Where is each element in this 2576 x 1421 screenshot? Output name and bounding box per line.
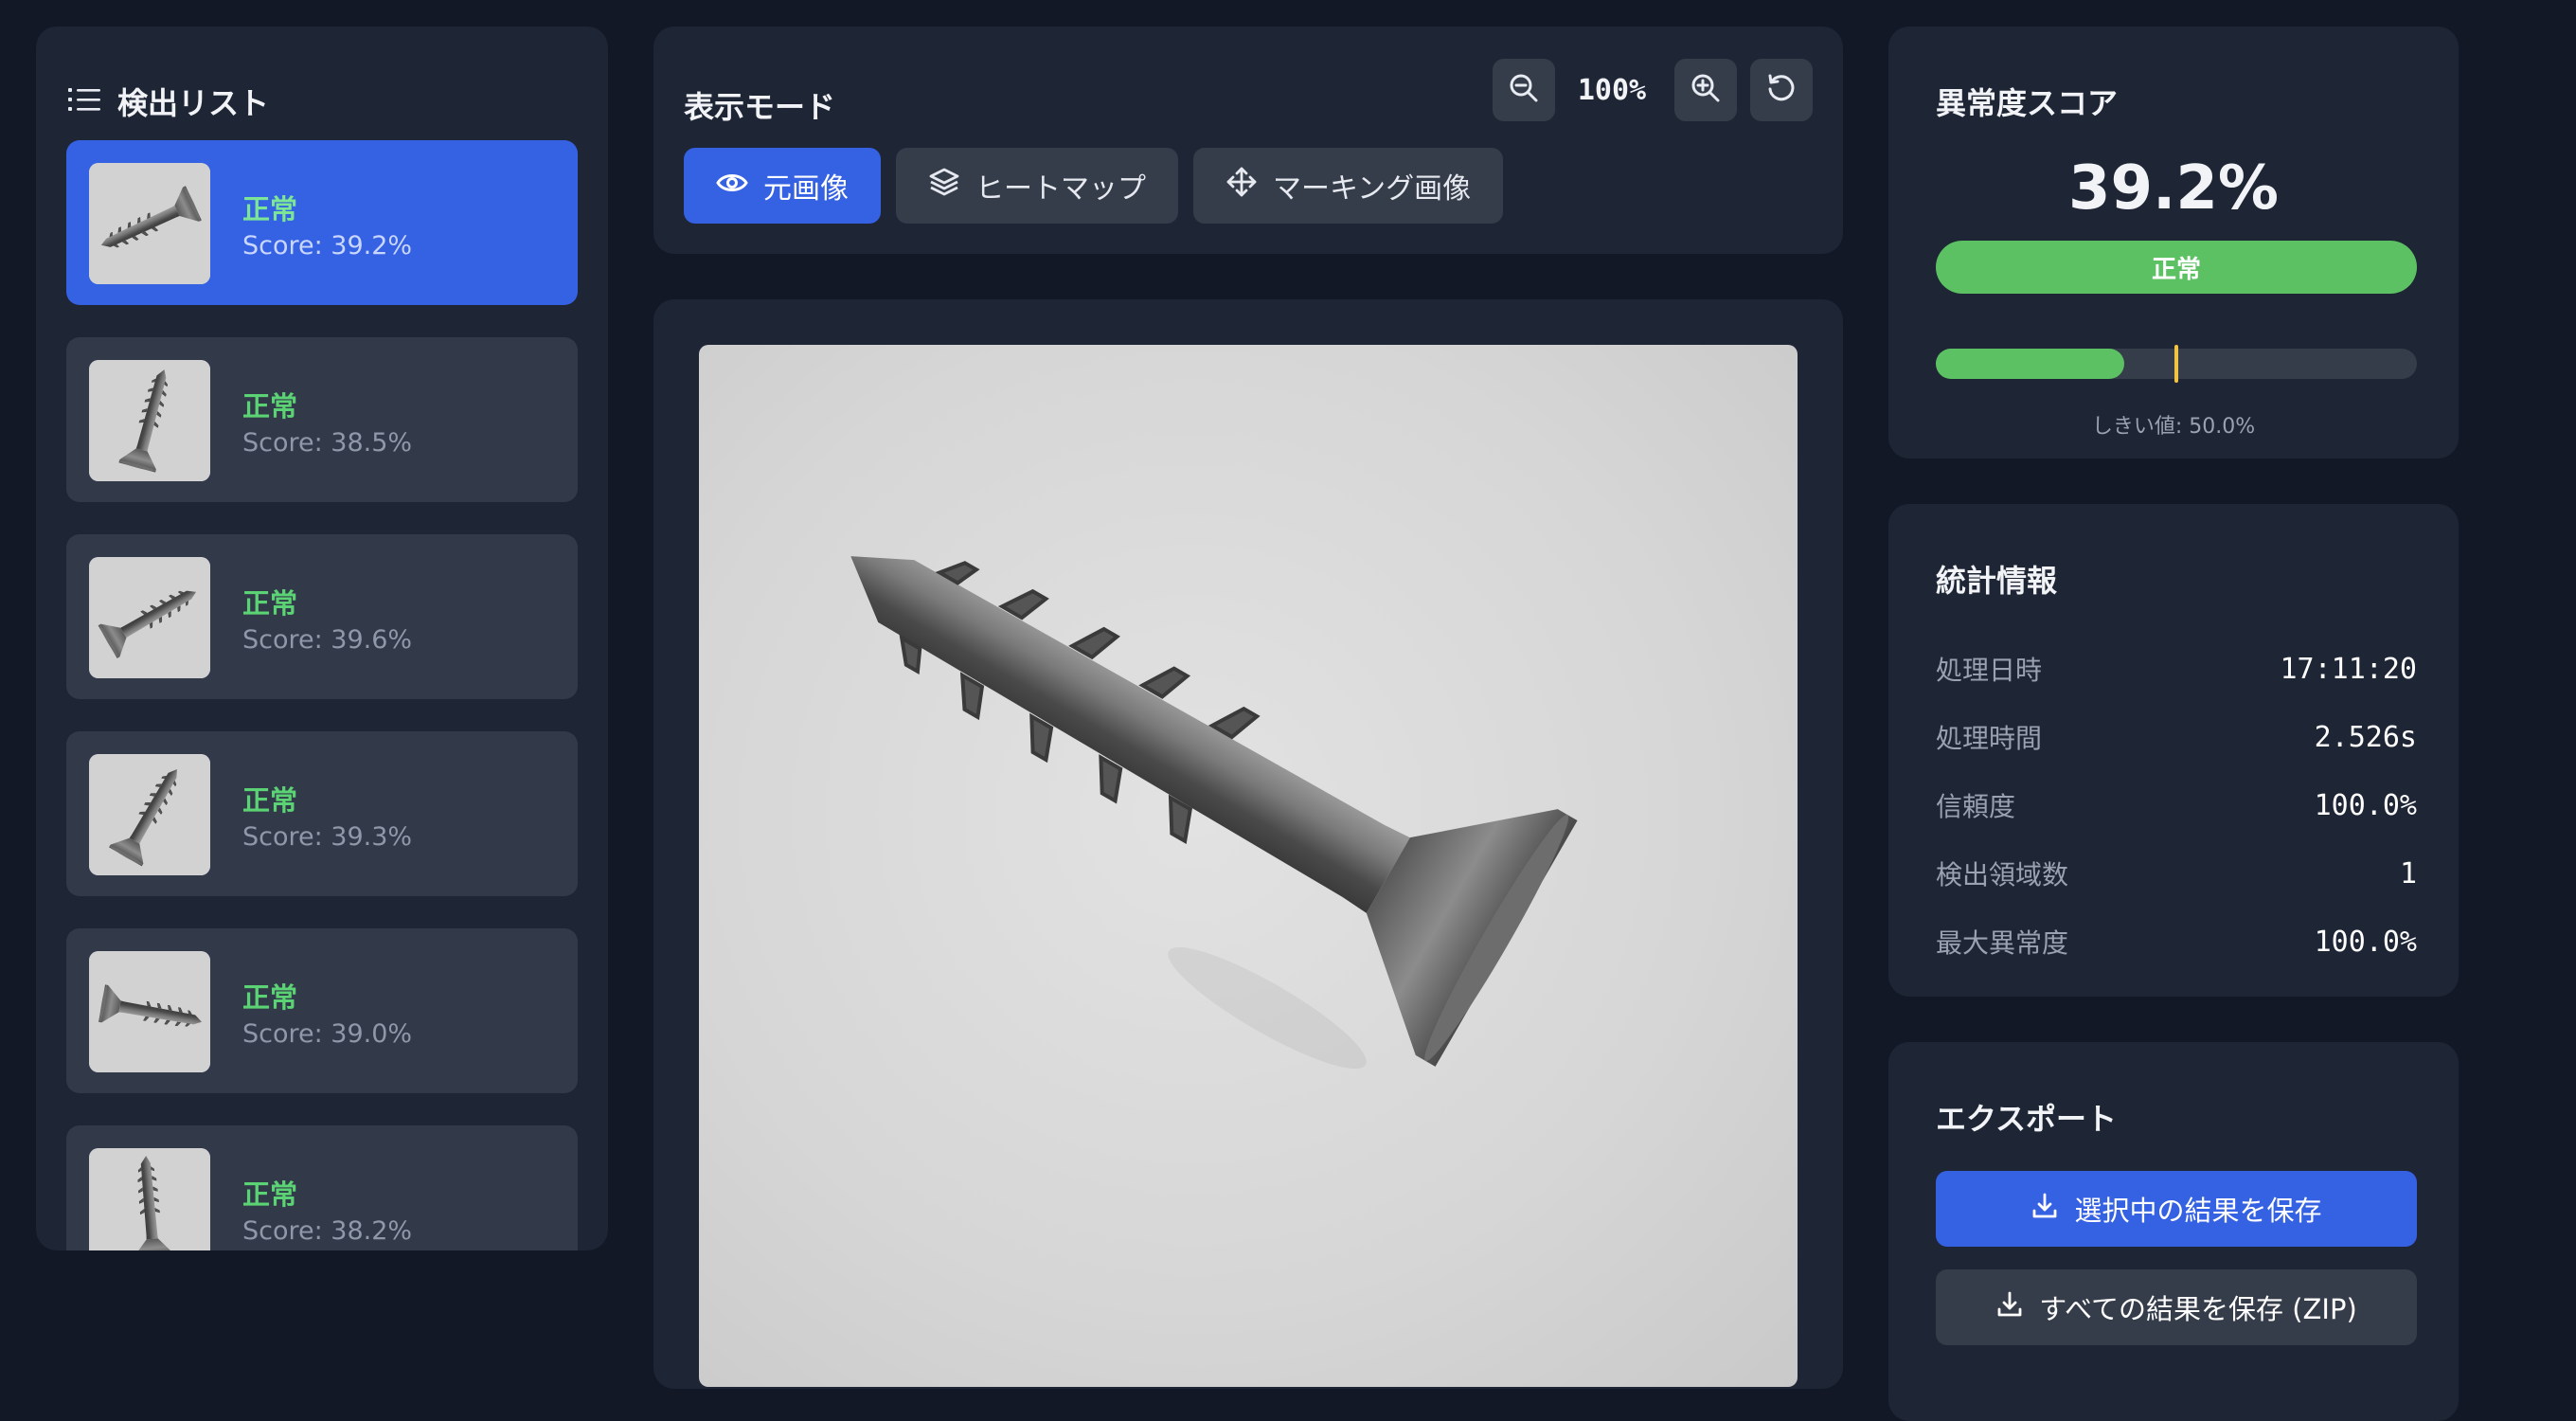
- stat-value: 17:11:20: [2280, 652, 2418, 686]
- list-item[interactable]: 正常 Score: 38.5%: [66, 337, 578, 502]
- list-icon: [68, 87, 100, 116]
- score-bar: [1936, 345, 2417, 383]
- thumbnail-image: [89, 754, 210, 875]
- score-bar-fill: [1936, 349, 2125, 379]
- threshold-label: しきい値: 50.0%: [2091, 415, 2256, 439]
- statistics-title: 統計情報: [1936, 563, 2058, 599]
- thumbnail-image: [89, 163, 210, 284]
- inspection-image[interactable]: [699, 345, 1798, 1387]
- stat-row: 検出領域数 1: [1936, 839, 2417, 908]
- thumbnail-image: [89, 557, 210, 678]
- statistics-panel: 統計情報 処理日時 17:11:20 処理時間 2.526s 信頼度 100.0% 検出領域…: [1888, 504, 2459, 997]
- tab-original[interactable]: 元画像: [684, 148, 881, 224]
- list-item[interactable]: 正常 Score: 39.3%: [66, 731, 578, 896]
- anomaly-score-title: 異常度スコア: [1936, 85, 2119, 121]
- download-icon: [2030, 1192, 2059, 1227]
- anomaly-score-value: 39.2%: [2067, 153, 2280, 224]
- stat-label: 信頼度: [1936, 791, 2016, 822]
- thumbnail-image: [89, 1148, 210, 1250]
- save-selected-button[interactable]: 選択中の結果を保存: [1936, 1171, 2417, 1247]
- list-item-status: 正常: [242, 784, 298, 817]
- zoom-out-button[interactable]: [1493, 59, 1555, 121]
- list-item-score: Score: 39.3%: [242, 822, 413, 852]
- export-title: エクスポート: [1936, 1101, 2118, 1137]
- save-all-label: すべての結果を保存 (ZIP): [2039, 1293, 2357, 1325]
- list-item-score: Score: 39.0%: [242, 1019, 413, 1049]
- list-item-score: Score: 38.5%: [242, 428, 413, 458]
- list-item-status: 正常: [242, 981, 298, 1014]
- stat-value: 100.0%: [2314, 925, 2417, 959]
- view-mode-tabs: 元画像 ヒートマップ マーキング画像: [684, 148, 1504, 224]
- tab-marking-label: マーキング画像: [1273, 172, 1472, 206]
- stat-value: 2.526s: [2314, 720, 2417, 754]
- threshold-marker: [2174, 345, 2178, 383]
- list-item-status: 正常: [242, 587, 298, 620]
- thumbnail-image: [89, 951, 210, 1072]
- thumbnail-image: [89, 360, 210, 481]
- reset-icon: [1765, 72, 1798, 108]
- zoom-in-button[interactable]: [1674, 59, 1737, 121]
- stat-value: 100.0%: [2314, 788, 2417, 822]
- list-item-status: 正常: [242, 390, 298, 423]
- view-mode-panel: 表示モード 100% 元画像 ヒートマップ マーキング画像: [653, 27, 1843, 254]
- eye-icon: [716, 170, 748, 203]
- stat-label: 処理時間: [1936, 723, 2043, 754]
- stat-label: 検出領域数: [1936, 859, 2069, 890]
- list-item[interactable]: 正常 Score: 39.0%: [66, 928, 578, 1093]
- anomaly-score-panel: 異常度スコア 39.2% 正常 しきい値: 50.0%: [1888, 27, 2459, 459]
- layers-icon: [928, 166, 960, 206]
- zoom-out-icon: [1508, 72, 1540, 108]
- detection-list-panel: 検出リスト 正常 Score: 39.2% 正常 Score: 38.5% 正常 Scor…: [36, 27, 608, 1250]
- stat-label: 処理日時: [1936, 655, 2043, 686]
- tab-heatmap[interactable]: ヒートマップ: [896, 148, 1178, 224]
- zoom-level: 100%: [1577, 74, 1647, 107]
- list-item[interactable]: 正常 Score: 38.2%: [66, 1125, 578, 1250]
- image-viewer-panel: [653, 299, 1843, 1389]
- download-icon: [1995, 1290, 2024, 1325]
- reset-view-button[interactable]: [1750, 59, 1813, 121]
- list-item-status: 正常: [242, 193, 298, 225]
- list-item[interactable]: 正常 Score: 39.6%: [66, 534, 578, 699]
- list-item[interactable]: 正常 Score: 39.2%: [66, 140, 578, 305]
- stat-row: 信頼度 100.0%: [1936, 771, 2417, 839]
- detection-list-title: 検出リスト: [117, 85, 270, 121]
- save-all-zip-button[interactable]: すべての結果を保存 (ZIP): [1936, 1269, 2417, 1345]
- list-item-status: 正常: [242, 1178, 298, 1211]
- tab-marking[interactable]: マーキング画像: [1193, 148, 1504, 224]
- move-icon: [1225, 166, 1258, 206]
- list-item-score: Score: 38.2%: [242, 1216, 413, 1246]
- detection-list-header: 検出リスト: [68, 80, 269, 123]
- statistics-list: 処理日時 17:11:20 処理時間 2.526s 信頼度 100.0% 検出領域数 1 最大異…: [1936, 635, 2417, 976]
- export-panel: エクスポート 選択中の結果を保存 すべての結果を保存 (ZIP): [1888, 1042, 2459, 1421]
- stat-row: 最大異常度 100.0%: [1936, 908, 2417, 976]
- stat-row: 処理日時 17:11:20: [1936, 635, 2417, 703]
- tab-original-label: 元画像: [763, 172, 849, 206]
- list-item-score: Score: 39.6%: [242, 625, 413, 655]
- detection-list: 正常 Score: 39.2% 正常 Score: 38.5% 正常 Score: 39.…: [66, 140, 578, 1250]
- stat-label: 最大異常度: [1936, 927, 2069, 959]
- stat-value: 1: [2399, 856, 2417, 890]
- status-badge: 正常: [1936, 241, 2417, 294]
- save-selected-label: 選択中の結果を保存: [2074, 1195, 2322, 1227]
- view-mode-title: 表示モード: [684, 89, 836, 125]
- tab-heatmap-label: ヒートマップ: [975, 172, 1146, 206]
- list-item-score: Score: 39.2%: [242, 231, 413, 261]
- zoom-in-icon: [1690, 72, 1722, 108]
- stat-row: 処理時間 2.526s: [1936, 703, 2417, 771]
